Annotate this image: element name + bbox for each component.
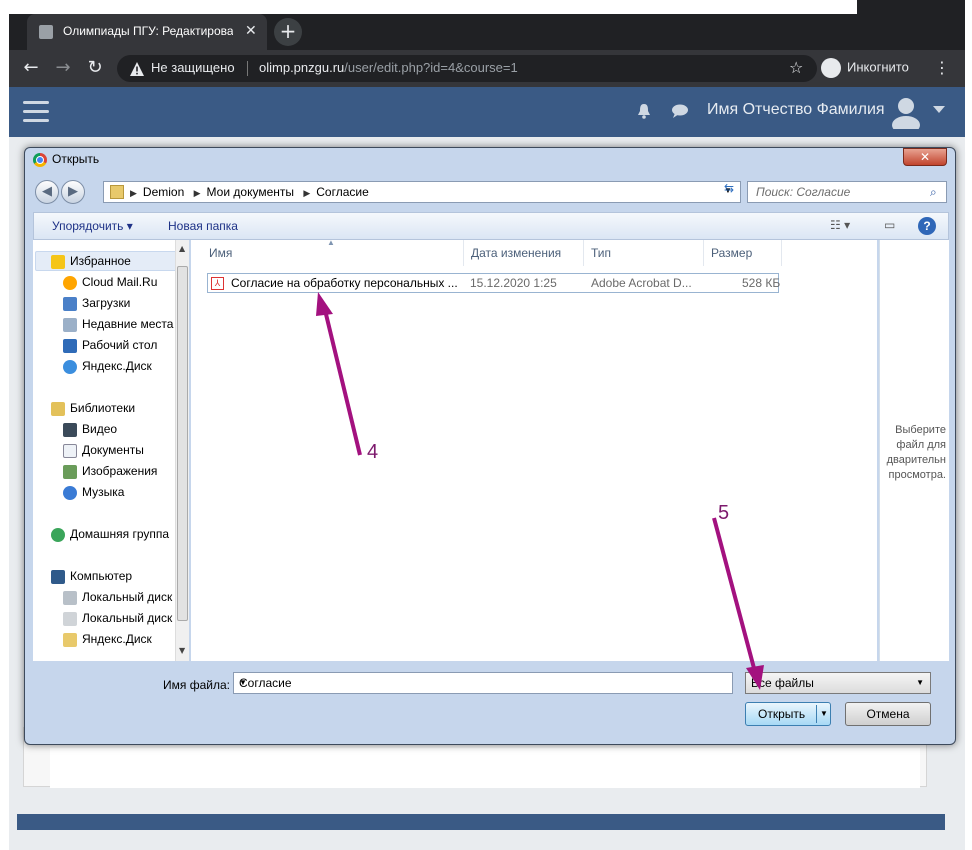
annotation-step-5: 5 (718, 502, 730, 524)
annotation-step-4: 4 (367, 441, 379, 463)
annotation-arrows (316, 292, 764, 690)
